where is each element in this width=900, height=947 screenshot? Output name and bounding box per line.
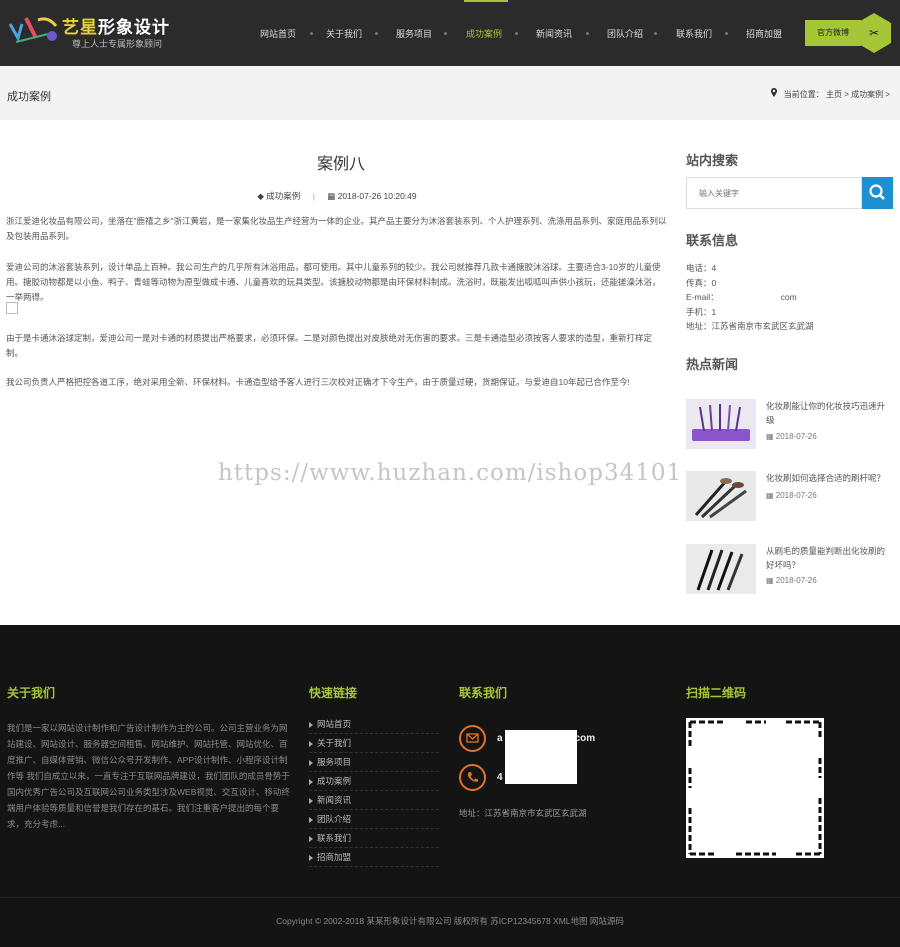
nav-item-services[interactable]: 服务项目 bbox=[396, 27, 432, 40]
search-icon bbox=[869, 184, 885, 200]
logo-title: 艺星形象设计 bbox=[62, 18, 170, 37]
breadcrumb-prefix: 当前位置： bbox=[783, 90, 824, 99]
news-item[interactable]: 化妆刷如何选择合适的刷杆呢？ ▦ 2018-07-26 bbox=[686, 471, 893, 523]
nav-item-team[interactable]: 团队介绍 bbox=[607, 27, 643, 40]
news-item[interactable]: 从刷毛的质量能判断出化妆刷的好坏吗？ ▦ 2018-07-26 bbox=[686, 544, 893, 596]
nav-separator bbox=[375, 32, 378, 35]
search-box bbox=[686, 177, 862, 209]
article-paragraph: 由于是卡通沐浴球定制，爱迪公司一是对卡通的材质提出严格要求，必须环保。二是对颜色… bbox=[6, 333, 653, 358]
nav-item-contact[interactable]: 联系我们 bbox=[676, 27, 712, 40]
news-item-title[interactable]: 从刷毛的质量能判断出化妆刷的好坏吗？ bbox=[766, 544, 893, 572]
article-date: 2018-07-26 10:20:49 bbox=[337, 191, 417, 201]
calendar-icon: ▦ bbox=[327, 191, 336, 201]
contact-address: 地址：江苏省南京市玄武区玄武湖 bbox=[686, 321, 814, 331]
site-header: 艺星形象设计 尊上人士专属形象顾问 网站首页 关于我们 服务项目 成功案例 新闻… bbox=[0, 0, 900, 66]
news-item[interactable]: 化妆刷能让你的化妆技巧迅速升级 ▦ 2018-07-26 bbox=[686, 399, 893, 451]
article-meta: ◆ 成功案例 | ▦ 2018-07-26 10:20:49 bbox=[6, 190, 668, 202]
search-button[interactable] bbox=[862, 177, 893, 209]
breadcrumb: 当前位置： 主页 > 成功案例 > bbox=[771, 88, 890, 100]
logo-mark-icon bbox=[8, 17, 58, 43]
breadcrumb-separator: > bbox=[844, 90, 849, 99]
footer-contact-title: 联系我们 bbox=[459, 686, 508, 700]
news-item-date: ▦ 2018-07-26 bbox=[766, 576, 817, 585]
footer-address: 地址：江苏省南京市玄武区玄武湖 bbox=[459, 808, 587, 818]
contact-fax: 传真：0 bbox=[686, 278, 717, 288]
contact-phone: 电话：4 bbox=[686, 263, 717, 273]
page-title: 成功案例 bbox=[7, 91, 51, 103]
article-paragraph: 浙江爱迪化妆品有限公司，坐落在"鹿禧之乡"浙江黄岩，是一家集化妆品生产经营为一体… bbox=[6, 216, 667, 241]
nav-separator bbox=[310, 32, 313, 35]
redaction-box bbox=[505, 730, 577, 784]
nav-separator bbox=[444, 32, 447, 35]
footer-divider bbox=[0, 897, 900, 898]
footer-about-title: 关于我们 bbox=[7, 686, 56, 700]
news-item-title[interactable]: 化妆刷如何选择合适的刷杆呢？ bbox=[766, 471, 893, 485]
article-paragraph: 爱迪公司的沐浴套装系列，设计单品上百种。我公司生产的几乎所有沐浴用品，都可使用。… bbox=[6, 262, 661, 302]
meta-separator: | bbox=[312, 191, 315, 201]
footer-about-text: 我们是一家以网站设计制作和广告设计制作为主的公司。公司主营业务为网站建设、网站设… bbox=[7, 723, 290, 829]
logo-subtitle: 尊上人士专属形象顾问 bbox=[72, 39, 163, 49]
weibo-button[interactable]: 官方微博 bbox=[805, 20, 861, 46]
footer-link-news[interactable]: 新闻资讯 bbox=[309, 791, 439, 810]
site-logo[interactable]: 艺星形象设计 尊上人士专属形象顾问 bbox=[8, 10, 170, 52]
copyright: Copyright © 2002-2018 某某形象设计有限公司 版权所有 苏I… bbox=[276, 916, 624, 926]
footer-link-services[interactable]: 服务项目 bbox=[309, 753, 439, 772]
article-title: 案例八 bbox=[316, 156, 365, 173]
weibo-hex-icon[interactable]: ✂ bbox=[856, 12, 892, 54]
article-category[interactable]: 成功案例 bbox=[266, 191, 300, 201]
broken-image-icon bbox=[6, 302, 18, 314]
nav-separator bbox=[586, 32, 589, 35]
nav-item-news[interactable]: 新闻资讯 bbox=[536, 27, 572, 40]
nav-item-franchise[interactable]: 招商加盟 bbox=[746, 27, 782, 40]
nav-separator bbox=[515, 32, 518, 35]
nav-item-home[interactable]: 网站首页 bbox=[260, 27, 296, 40]
footer-link-team[interactable]: 团队介绍 bbox=[309, 810, 439, 829]
news-item-date: ▦ 2018-07-26 bbox=[766, 491, 817, 500]
footer-link-franchise[interactable]: 招商加盟 bbox=[309, 848, 439, 867]
breadcrumb-home[interactable]: 主页 bbox=[826, 90, 842, 99]
nav-separator bbox=[654, 32, 657, 35]
search-input[interactable] bbox=[687, 178, 857, 208]
location-pin-icon bbox=[771, 88, 778, 97]
calendar-icon: ▦ bbox=[766, 576, 776, 585]
calendar-icon: ▦ bbox=[766, 491, 776, 500]
news-thumbnail[interactable] bbox=[686, 399, 756, 449]
qr-code bbox=[686, 718, 824, 858]
news-item-date: ▦ 2018-07-26 bbox=[766, 432, 817, 441]
footer-link-contact[interactable]: 联系我们 bbox=[309, 829, 439, 848]
nav-active-indicator bbox=[464, 0, 508, 2]
nav-separator bbox=[725, 32, 728, 35]
contact-email: E-mail： com bbox=[686, 292, 797, 302]
article: 案例八 ◆ 成功案例 | ▦ 2018-07-26 10:20:49 浙江爱迪化… bbox=[6, 150, 668, 387]
article-paragraph: 我公司负责人严格把控各道工序，绝对采用全新、环保材料。卡通造型给予客人进行三次校… bbox=[6, 377, 630, 387]
footer-qr-title: 扫描二维码 bbox=[686, 686, 747, 700]
footer-link-home[interactable]: 网站首页 bbox=[309, 715, 439, 734]
site-footer: 关于我们 我们是一家以网站设计制作和广告设计制作为主的公司。公司主营业务为网站建… bbox=[0, 625, 900, 947]
news-item-title[interactable]: 化妆刷能让你的化妆技巧迅速升级 bbox=[766, 399, 893, 427]
news-thumbnail[interactable] bbox=[686, 544, 756, 594]
calendar-icon: ▦ bbox=[766, 432, 776, 441]
contact-mobile: 手机：1 bbox=[686, 307, 717, 317]
watermark-text: https://www.huzhan.com/ishop34101 bbox=[218, 460, 683, 486]
search-title: 站内搜索 bbox=[686, 153, 739, 168]
footer-links: 网站首页 关于我们 服务项目 成功案例 新闻资讯 团队介绍 联系我们 招商加盟 bbox=[309, 715, 439, 867]
breadcrumb-current[interactable]: 成功案例 bbox=[851, 90, 883, 99]
phone-icon bbox=[459, 764, 486, 791]
contact-title: 联系信息 bbox=[686, 233, 739, 248]
news-thumbnail[interactable] bbox=[686, 471, 756, 521]
footer-link-about[interactable]: 关于我们 bbox=[309, 734, 439, 753]
nav-item-about[interactable]: 关于我们 bbox=[326, 27, 362, 40]
svg-text:✂: ✂ bbox=[869, 26, 879, 40]
breadcrumb-separator: > bbox=[885, 90, 890, 99]
email-icon bbox=[459, 725, 486, 752]
footer-link-cases[interactable]: 成功案例 bbox=[309, 772, 439, 791]
tag-icon: ◆ bbox=[257, 191, 264, 201]
footer-phone: 4 bbox=[497, 772, 503, 783]
footer-links-title: 快速链接 bbox=[309, 686, 358, 700]
nav-item-cases[interactable]: 成功案例 bbox=[466, 27, 502, 40]
page-titlebar: 成功案例 当前位置： 主页 > 成功案例 > bbox=[0, 66, 900, 120]
news-title: 热点新闻 bbox=[686, 357, 739, 372]
